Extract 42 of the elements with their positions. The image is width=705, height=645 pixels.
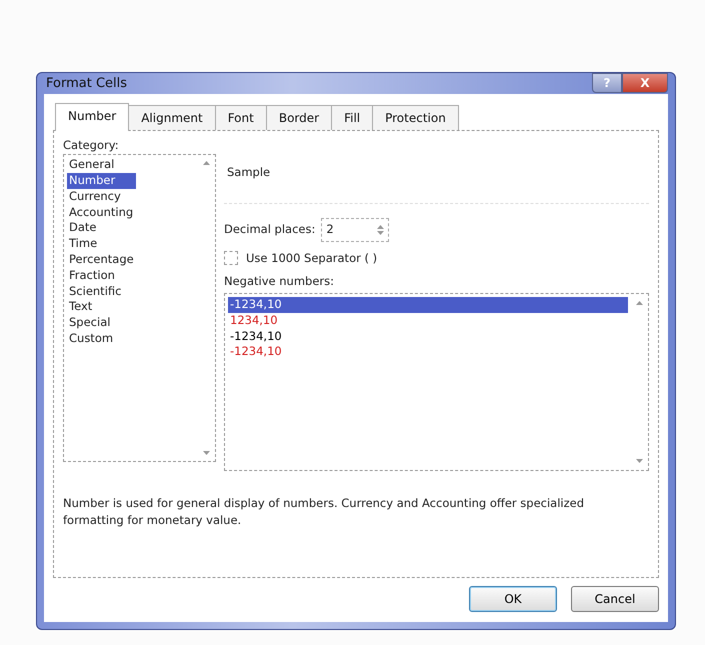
list-item[interactable]: Number — [67, 173, 136, 189]
tab[interactable]: Number — [55, 103, 130, 131]
list-item[interactable]: General — [67, 157, 136, 174]
spin-arrows-icon[interactable] — [377, 224, 384, 235]
list-item[interactable]: Fraction — [67, 268, 136, 284]
list-item[interactable]: Percentage — [67, 252, 136, 268]
tab[interactable]: Font — [214, 105, 267, 130]
ok-button[interactable]: OK — [469, 586, 557, 612]
description-text: Number is used for general display of numbers. Currency and Accounting offer specialized formatting for monetary value. — [63, 495, 586, 530]
scroll-up-icon[interactable] — [636, 301, 643, 305]
cancel-button[interactable]: Cancel — [571, 586, 659, 612]
category-label: Category: — [63, 137, 120, 154]
sample-label: Sample — [227, 165, 270, 180]
list-item[interactable]: -1234,10 — [228, 297, 628, 313]
spinner-field[interactable]: 2 — [321, 218, 390, 242]
list-item[interactable]: Accounting — [67, 204, 136, 220]
tab[interactable]: Fill — [331, 105, 374, 130]
window-title: Format Cells — [45, 74, 128, 93]
tab[interactable]: Protection — [372, 105, 459, 130]
checkbox[interactable] — [224, 251, 238, 266]
category-list[interactable]: General Number Currency Accounting Date Time Percentage Fraction Scientific Text Special Custom — [63, 154, 216, 462]
list-item[interactable]: Scientific — [67, 284, 136, 300]
list-item[interactable]: Date — [67, 220, 136, 236]
list-item[interactable]: Custom — [67, 331, 136, 347]
close-button[interactable]: X — [622, 73, 668, 93]
tab[interactable]: Alignment — [128, 105, 216, 130]
list-item[interactable]: Special — [67, 315, 136, 332]
negative-numbers-list[interactable]: -1234,10 1234,10 -1234,10 -1234,10 — [224, 293, 649, 471]
list-item[interactable]: Time — [67, 236, 136, 252]
tab[interactable]: Border — [266, 105, 332, 130]
list-item[interactable]: -1234,10 — [228, 344, 628, 360]
negative-numbers-label: Negative numbers: — [224, 274, 334, 288]
list-item[interactable]: Currency — [67, 188, 136, 205]
scroll-down-icon[interactable] — [203, 451, 210, 456]
scroll-down-icon[interactable] — [636, 459, 643, 463]
scroll-up-icon[interactable] — [203, 161, 210, 166]
list-item[interactable]: -1234,10 — [228, 328, 628, 344]
checkbox-label: Use 1000 Separator ( ) — [246, 250, 378, 266]
field-value: 2 — [326, 221, 334, 238]
list-item[interactable]: 1234,10 — [228, 312, 628, 329]
decimal-places-label: Decimal places: — [224, 221, 316, 238]
list-item[interactable]: Text — [67, 299, 136, 316]
